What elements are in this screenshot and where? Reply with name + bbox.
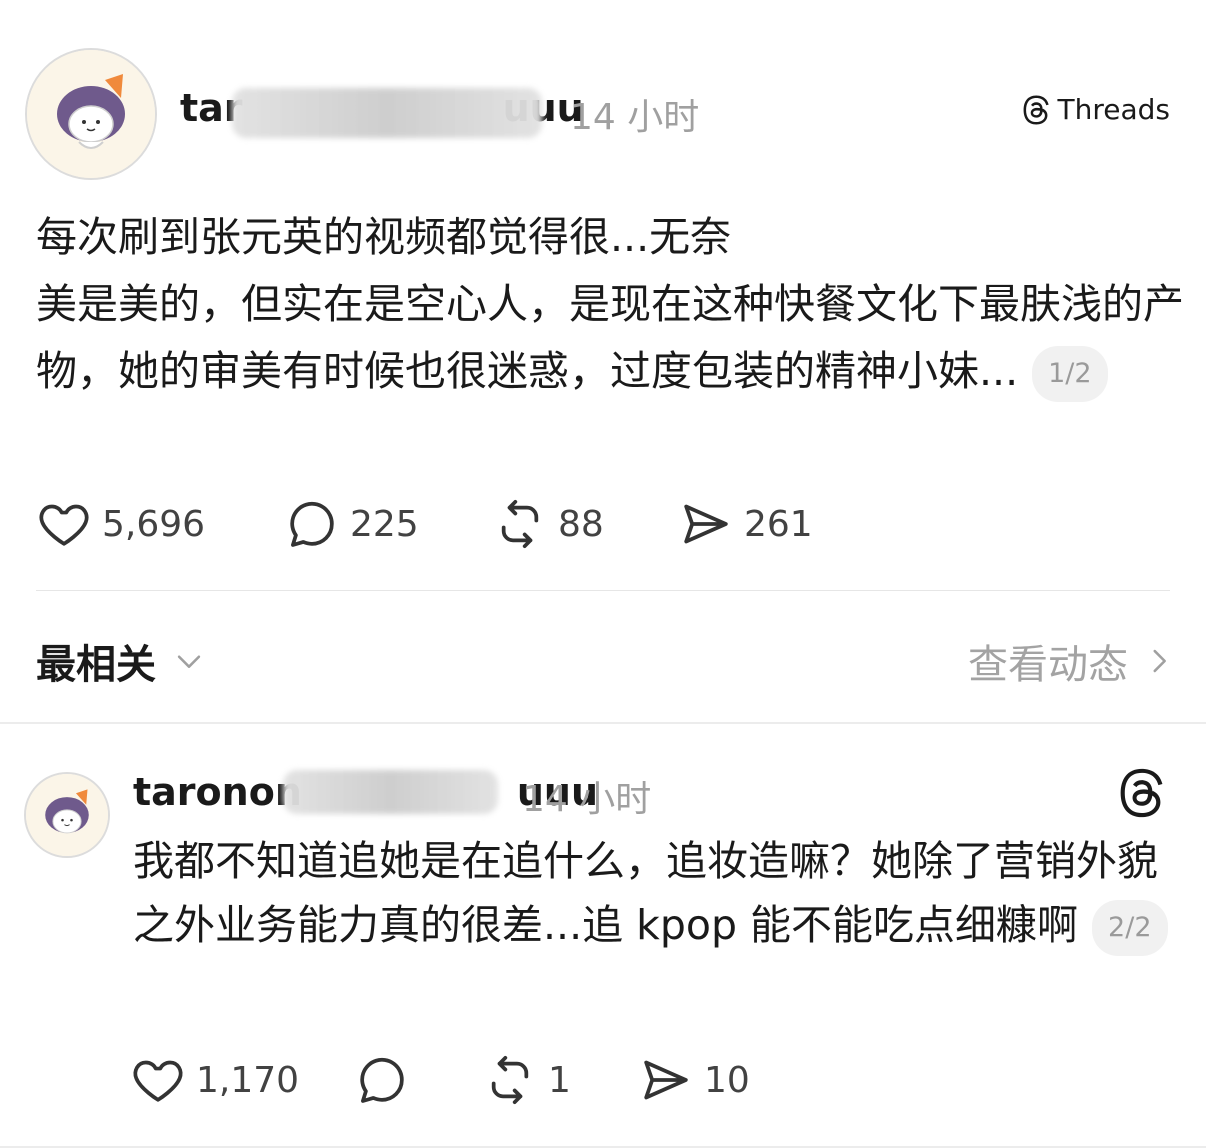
- share-button[interactable]: 10: [638, 1052, 750, 1108]
- like-button[interactable]: 1,170: [130, 1052, 354, 1108]
- avatar-image: [26, 774, 108, 856]
- repost-button[interactable]: 1: [482, 1052, 638, 1108]
- like-count: 1,170: [196, 1059, 300, 1101]
- view-activity-link[interactable]: 查看动态: [968, 632, 1176, 690]
- repost-count: 88: [558, 503, 604, 545]
- reply-actions: 1,170 1 10: [130, 1052, 750, 1108]
- like-count: 5,696: [102, 503, 206, 545]
- repost-icon: [491, 1055, 529, 1105]
- send-icon: [684, 504, 728, 544]
- share-count: 10: [704, 1059, 750, 1101]
- send-icon: [644, 1060, 688, 1100]
- post-actions: 5,696 225 88 261: [36, 496, 813, 552]
- share-button[interactable]: 261: [678, 496, 813, 552]
- comment-icon: [290, 501, 334, 547]
- reply-button[interactable]: 225: [284, 496, 492, 552]
- chevron-right-icon: [1153, 649, 1166, 673]
- heart-icon: [39, 504, 89, 546]
- threads-icon: [1023, 95, 1049, 124]
- post-text: 每次刷到张元英的视频都觉得很...无奈 美是美的，但实在是空心人，是现在这种快餐…: [36, 204, 1186, 405]
- post-text-line-1: 每次刷到张元英的视频都觉得很...无奈: [36, 213, 732, 261]
- section-separator: [0, 722, 1206, 724]
- reply-text-content: 我都不知道追她是在追什么，追妆造嘛？她除了营销外貌之外业务能力真的很差...追 …: [133, 829, 1183, 957]
- like-button[interactable]: 5,696: [36, 496, 284, 552]
- sort-label: 最相关: [36, 642, 156, 688]
- threads-label: Threads: [1057, 93, 1171, 126]
- heart-icon: [133, 1060, 183, 1102]
- post-time: 14 小时: [570, 97, 700, 138]
- divider: [36, 590, 1170, 591]
- redacted-username: [232, 88, 542, 138]
- threads-icon: [1120, 768, 1163, 818]
- main-post: tar uuu 14 小时 Threads 每次刷到张元英的视频都觉得很...无奈…: [0, 0, 1206, 600]
- chevron-down-icon: [177, 655, 201, 668]
- reply-avatar[interactable]: [24, 772, 110, 858]
- share-count: 261: [744, 503, 813, 545]
- reply-time: 14 小时: [522, 779, 652, 820]
- threads-badge[interactable]: Threads: [1022, 93, 1171, 126]
- post-text-line-2: 美是美的，但实在是空心人，是现在这种快餐文化下最肤浅的产物，她的审美有时候也很迷…: [36, 271, 1186, 405]
- repost-count: 1: [548, 1059, 571, 1101]
- redacted-username: [283, 770, 498, 814]
- avatar-image: [27, 50, 155, 178]
- reply-text-line: 我都不知道追她是在追什么，追妆造嘛？她除了营销外貌之外业务能力真的很差...追 …: [133, 837, 1158, 949]
- comment-icon: [360, 1057, 404, 1103]
- page-indicator: 2/2: [1092, 900, 1168, 956]
- reply-text: 我都不知道追她是在追什么，追妆造嘛？她除了营销外貌之外业务能力真的很差...追 …: [133, 829, 1183, 957]
- reply-count: 225: [350, 503, 419, 545]
- avatar[interactable]: [25, 48, 157, 180]
- reply-button[interactable]: [354, 1052, 482, 1108]
- page-indicator: 1/2: [1032, 346, 1108, 402]
- threads-button[interactable]: [1118, 768, 1168, 818]
- repost-button[interactable]: 88: [492, 496, 678, 552]
- sort-selector[interactable]: 最相关: [36, 632, 206, 690]
- view-activity-label: 查看动态: [968, 642, 1128, 688]
- repost-icon: [501, 499, 539, 549]
- post-text-line-2-content: 美是美的，但实在是空心人，是现在这种快餐文化下最肤浅的产物，她的审美有时候也很迷…: [36, 280, 1184, 395]
